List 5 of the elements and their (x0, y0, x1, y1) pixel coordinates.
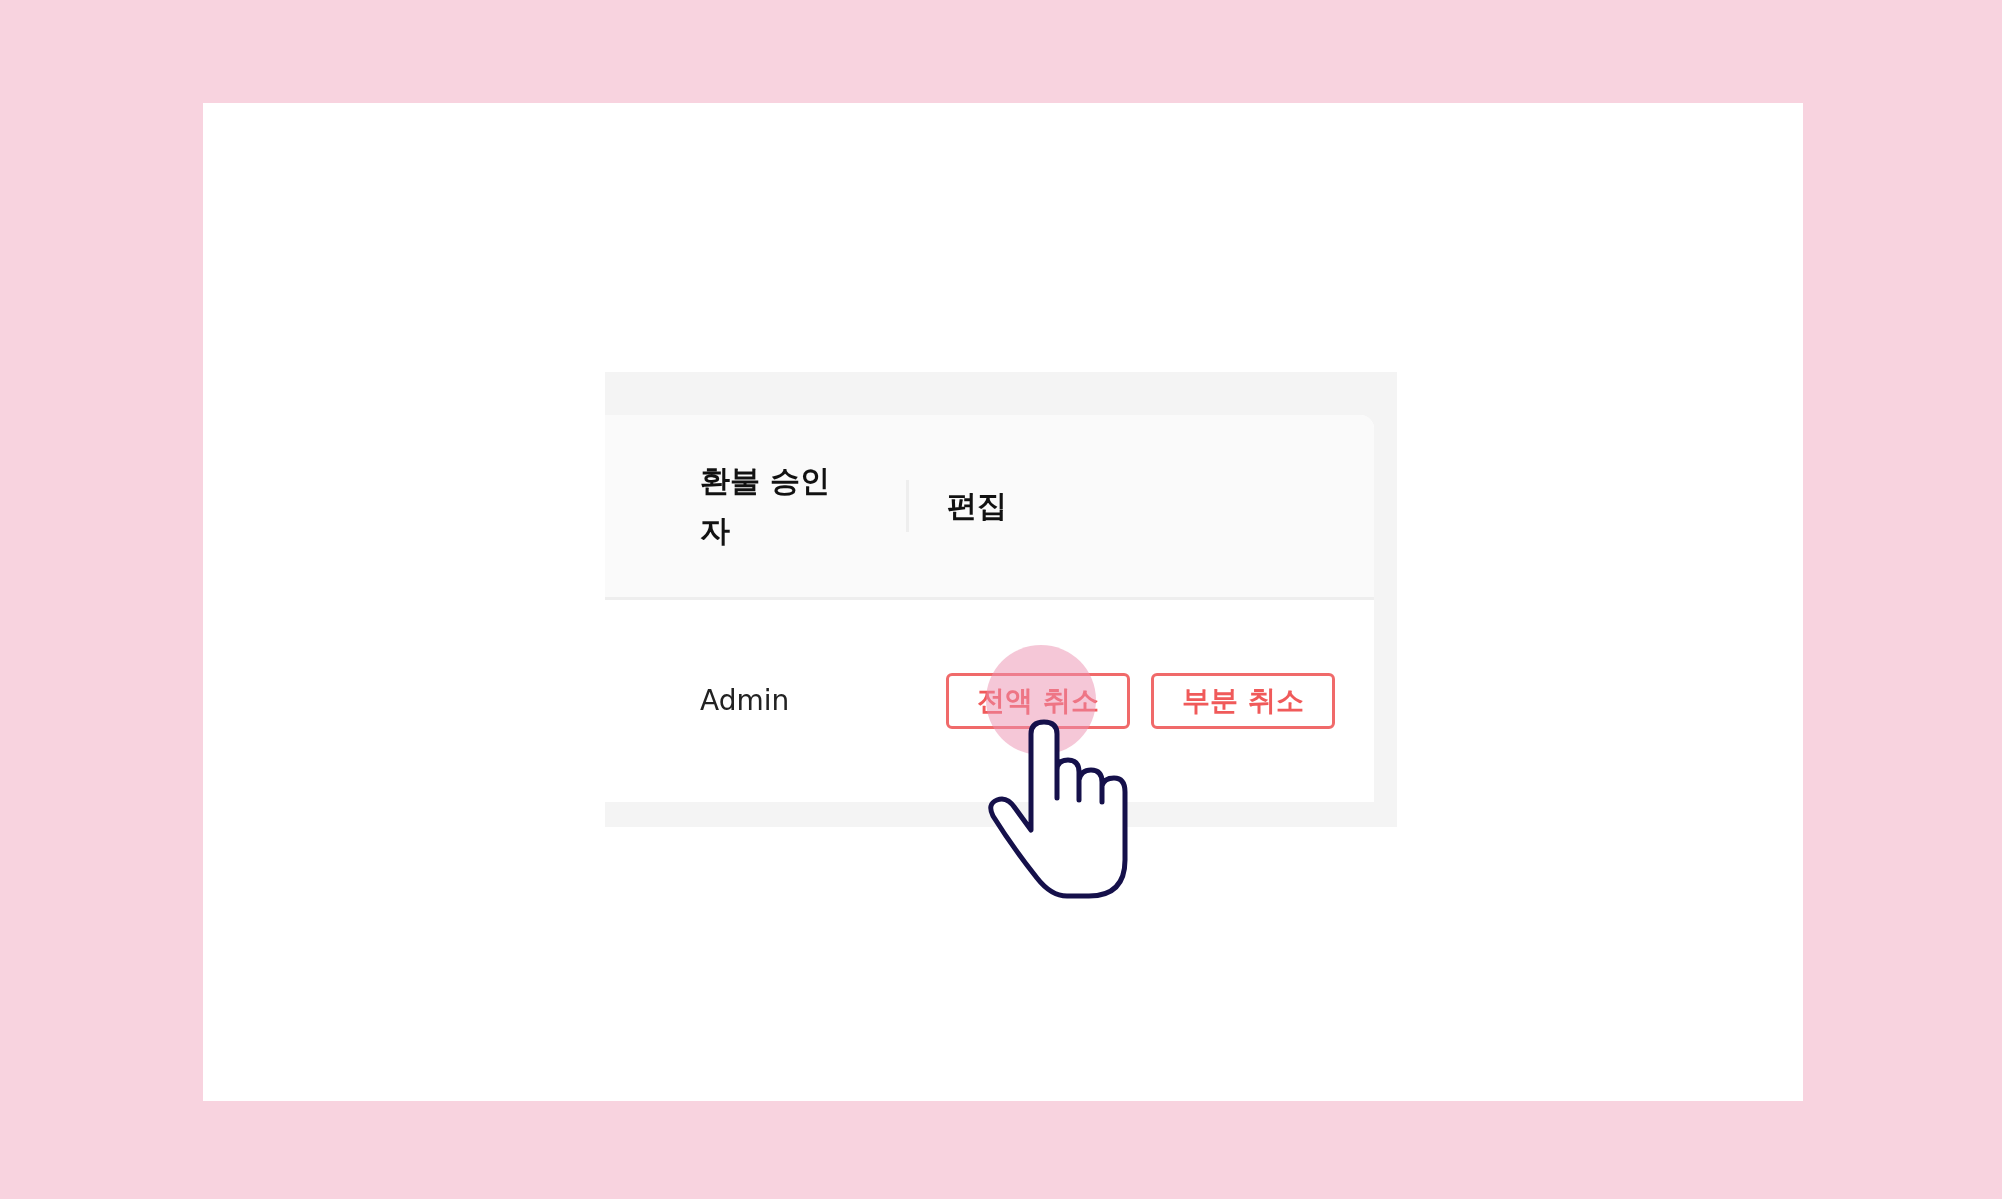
cancel-button[interactable]: 부분 취소 (1151, 673, 1335, 729)
column-header: 환불 승인 자 (700, 462, 832, 550)
cancel-button[interactable]: 전액 취소 (946, 673, 1130, 729)
approver-cell-text: Admin (700, 683, 791, 719)
column-header: 편집 (946, 487, 1007, 525)
